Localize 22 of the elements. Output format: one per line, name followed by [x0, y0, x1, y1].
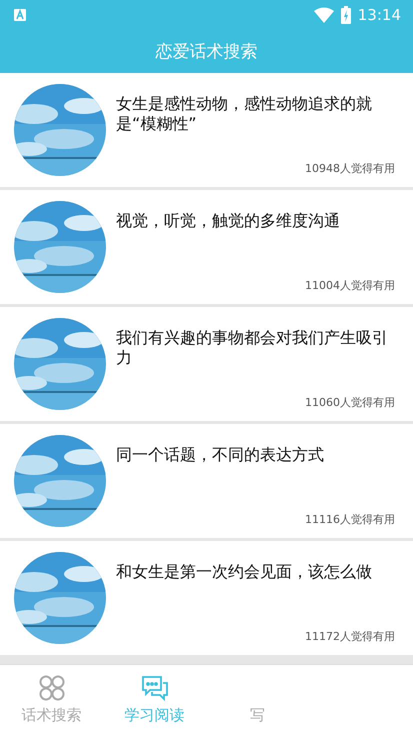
article-item[interactable]: 和女生是第一次约会见面，该怎么做 11172人觉得有用: [0, 541, 413, 655]
useful-count: 11172人觉得有用: [305, 629, 395, 644]
article-item[interactable]: 我们有兴趣的事物都会对我们产生吸引力 11060人觉得有用: [0, 307, 413, 421]
article-item[interactable]: 同一个话题，不同的表达方式 11116人觉得有用: [0, 424, 413, 538]
clock-time: 13:14: [358, 6, 401, 24]
article-title: 同一个话题，不同的表达方式: [116, 445, 325, 465]
article-title: 女生是感性动物，感性动物追求的就是“模糊性”: [116, 94, 373, 134]
article-item[interactable]: 视觉，听觉，触觉的多维度沟通 11004人觉得有用: [0, 190, 413, 304]
grid-icon: [38, 675, 64, 701]
page-title: 恋爱话术搜索: [156, 41, 258, 63]
chat-icon: [140, 675, 168, 701]
useful-count: 11060人觉得有用: [305, 395, 395, 410]
useful-count: 11004人觉得有用: [305, 278, 395, 293]
useful-count: 10948人觉得有用: [305, 161, 395, 176]
article-item[interactable]: 女生是感性动物，感性动物追求的就是“模糊性” 10948人觉得有用: [0, 73, 413, 187]
battery-icon: [340, 6, 351, 24]
wifi-icon: [314, 7, 334, 23]
article-title: 和女生是第一次约会见面，该怎么做: [116, 562, 373, 582]
article-title: 视觉，听觉，触觉的多维度沟通: [116, 211, 341, 231]
article-title: 我们有兴趣的事物都会对我们产生吸引力: [116, 328, 389, 368]
app-notification-icon: [14, 9, 26, 21]
useful-count: 11116人觉得有用: [305, 512, 395, 527]
